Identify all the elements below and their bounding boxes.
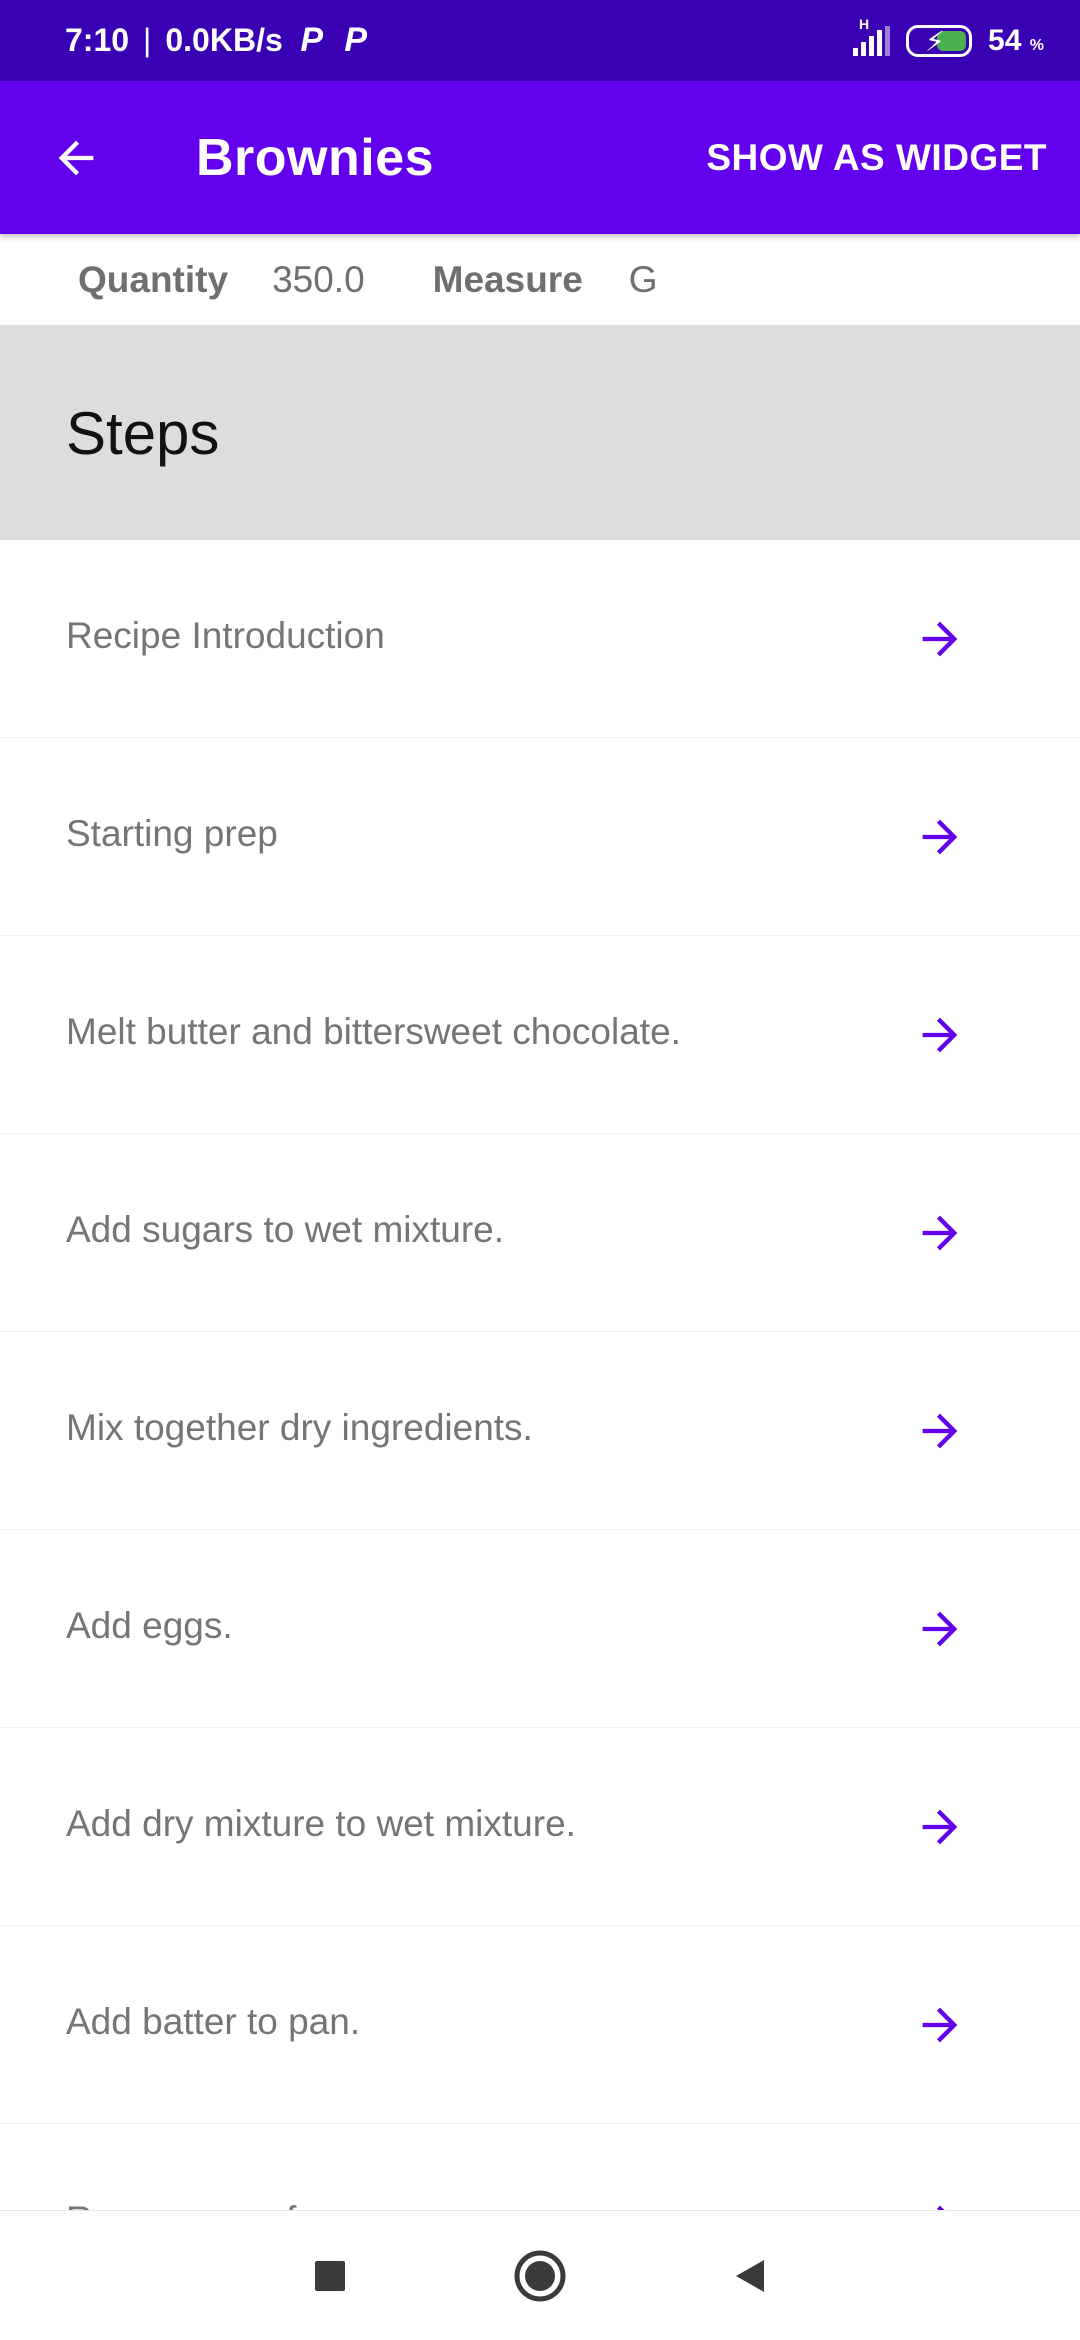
quantity-value: 350.0 — [272, 258, 365, 300]
arrow-right-icon — [936, 2205, 945, 2210]
step-label: Melt butter and bittersweet chocolate. — [66, 1011, 681, 1052]
arrow-right-icon — [922, 819, 958, 855]
battery-percent: 54 % — [988, 23, 1044, 57]
ingredient-row: Quantity 350.0 Measure G — [0, 234, 1080, 326]
measure-value: G — [628, 258, 658, 300]
notification-p-icon: P — [300, 21, 324, 59]
signal-icon: H — [853, 16, 891, 56]
arrow-right-icon — [922, 1413, 958, 1449]
measure-label: Measure — [432, 258, 583, 300]
status-time: 7:10 — [65, 22, 130, 58]
step-label: Add dry mixture to wet mixture. — [66, 1803, 576, 1844]
system-nav-bar — [0, 2210, 1080, 2340]
step-label: Remove pan from oven. — [66, 2199, 461, 2210]
network-speed: 0.0KB/s — [165, 22, 283, 58]
steps-list[interactable]: Recipe Introduction Starting prep Melt b… — [0, 540, 1080, 2210]
page-title: Brownies — [196, 128, 435, 187]
recents-square-icon — [315, 2260, 345, 2291]
step-item[interactable]: Mix together dry ingredients. — [0, 1332, 1080, 1530]
battery-icon: ⚡ — [906, 24, 973, 57]
arrow-right-icon — [922, 1215, 958, 1251]
step-item[interactable]: Recipe Introduction — [0, 540, 1080, 738]
step-label: Add batter to pan. — [66, 2001, 361, 2042]
status-left: 7:10 | 0.0KB/s P P — [65, 21, 371, 59]
step-label: Starting prep — [66, 813, 278, 854]
step-label: Mix together dry ingredients. — [66, 1407, 533, 1448]
status-separator: | — [143, 22, 152, 58]
show-as-widget-button[interactable]: SHOW AS WIDGET — [706, 137, 1047, 179]
step-label: Add eggs. — [66, 1605, 233, 1646]
notification-p-icon: P — [344, 21, 368, 59]
steps-title: Steps — [66, 399, 220, 467]
recents-button[interactable] — [300, 2246, 360, 2306]
arrow-right-icon — [922, 1809, 958, 1845]
step-item[interactable]: Add batter to pan. — [0, 1926, 1080, 2124]
step-item[interactable]: Add eggs. — [0, 1530, 1080, 1728]
home-circle-icon — [514, 2250, 566, 2301]
steps-header: Steps — [0, 326, 1080, 540]
signal-type-label: H — [859, 15, 870, 32]
back-triangle-icon — [736, 2259, 764, 2292]
status-right: H ⚡ 54 % — [853, 16, 1044, 58]
step-item[interactable]: Melt butter and bittersweet chocolate. — [0, 936, 1080, 1134]
app-bar: Brownies SHOW AS WIDGET — [0, 81, 1080, 234]
step-item[interactable]: Add sugars to wet mixture. — [0, 1134, 1080, 1332]
arrow-right-icon — [922, 1611, 958, 1647]
step-item[interactable]: Remove pan from oven. — [0, 2124, 1080, 2210]
arrow-left-icon — [58, 140, 94, 175]
back-nav-button[interactable] — [720, 2246, 780, 2306]
quantity-label: Quantity — [78, 258, 229, 300]
back-button[interactable] — [36, 118, 116, 198]
home-button[interactable] — [510, 2246, 570, 2306]
step-label: Recipe Introduction — [66, 615, 385, 656]
step-item[interactable]: Starting prep — [0, 738, 1080, 936]
step-item[interactable]: Add dry mixture to wet mixture. — [0, 1728, 1080, 1926]
arrow-right-icon — [922, 2007, 958, 2043]
arrow-right-icon — [922, 1017, 958, 1053]
arrow-right-icon — [922, 621, 958, 657]
status-bar: 7:10 | 0.0KB/s P P H ⚡ 54 % — [0, 0, 1080, 81]
step-label: Add sugars to wet mixture. — [66, 1209, 505, 1250]
